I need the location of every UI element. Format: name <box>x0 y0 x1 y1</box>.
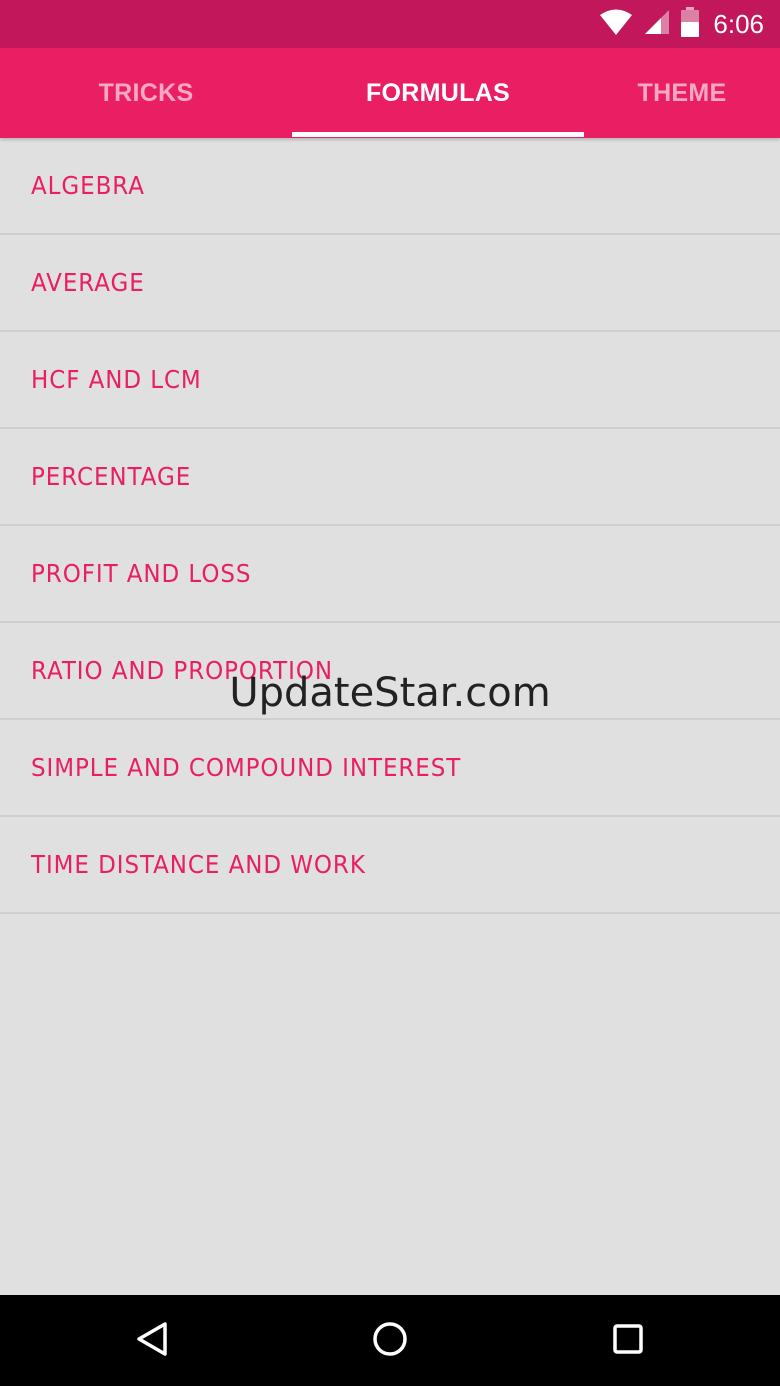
recents-button[interactable] <box>588 1295 668 1386</box>
list-item-label: PROFIT AND LOSS <box>31 559 252 588</box>
list-item-label: RATIO AND PROPORTION <box>31 656 333 685</box>
list-item-profit-and-loss[interactable]: PROFIT AND LOSS <box>0 526 780 623</box>
signal-icon <box>643 8 671 40</box>
tab-indicator <box>292 132 584 137</box>
home-icon <box>372 1321 408 1361</box>
back-button[interactable] <box>112 1295 192 1386</box>
list-item-label: ALGEBRA <box>31 171 145 200</box>
tab-tricks[interactable]: TRICKS <box>0 48 292 138</box>
list-item-percentage[interactable]: PERCENTAGE <box>0 429 780 526</box>
back-icon <box>135 1321 169 1361</box>
formula-list: ALGEBRA AVERAGE HCF AND LCM PERCENTAGE P… <box>0 138 780 914</box>
tab-theme[interactable]: THEME <box>584 48 780 138</box>
battery-icon <box>681 7 700 41</box>
list-item-time-distance-and-work[interactable]: TIME DISTANCE AND WORK <box>0 817 780 914</box>
list-item-simple-and-compound-interest[interactable]: SIMPLE AND COMPOUND INTEREST <box>0 720 780 817</box>
status-icons: 6:06 <box>599 0 764 48</box>
list-item-hcf-and-lcm[interactable]: HCF AND LCM <box>0 332 780 429</box>
list-item-label: PERCENTAGE <box>31 462 192 491</box>
wifi-icon <box>599 8 633 40</box>
home-button[interactable] <box>350 1295 430 1386</box>
nav-bar <box>0 1295 780 1386</box>
list-item-label: TIME DISTANCE AND WORK <box>31 850 366 879</box>
list-item-ratio-and-proportion[interactable]: RATIO AND PROPORTION <box>0 623 780 720</box>
recents-icon <box>612 1323 644 1359</box>
list-item-average[interactable]: AVERAGE <box>0 235 780 332</box>
list-item-label: HCF AND LCM <box>31 365 202 394</box>
status-time: 6:06 <box>713 8 764 39</box>
tab-bar: TRICKS FORMULAS THEME <box>0 48 780 138</box>
list-item-label: SIMPLE AND COMPOUND INTEREST <box>31 753 462 782</box>
list-item-algebra[interactable]: ALGEBRA <box>0 138 780 235</box>
tab-formulas[interactable]: FORMULAS <box>292 48 584 138</box>
list-item-label: AVERAGE <box>31 268 145 297</box>
status-bar: 6:06 <box>0 0 780 48</box>
